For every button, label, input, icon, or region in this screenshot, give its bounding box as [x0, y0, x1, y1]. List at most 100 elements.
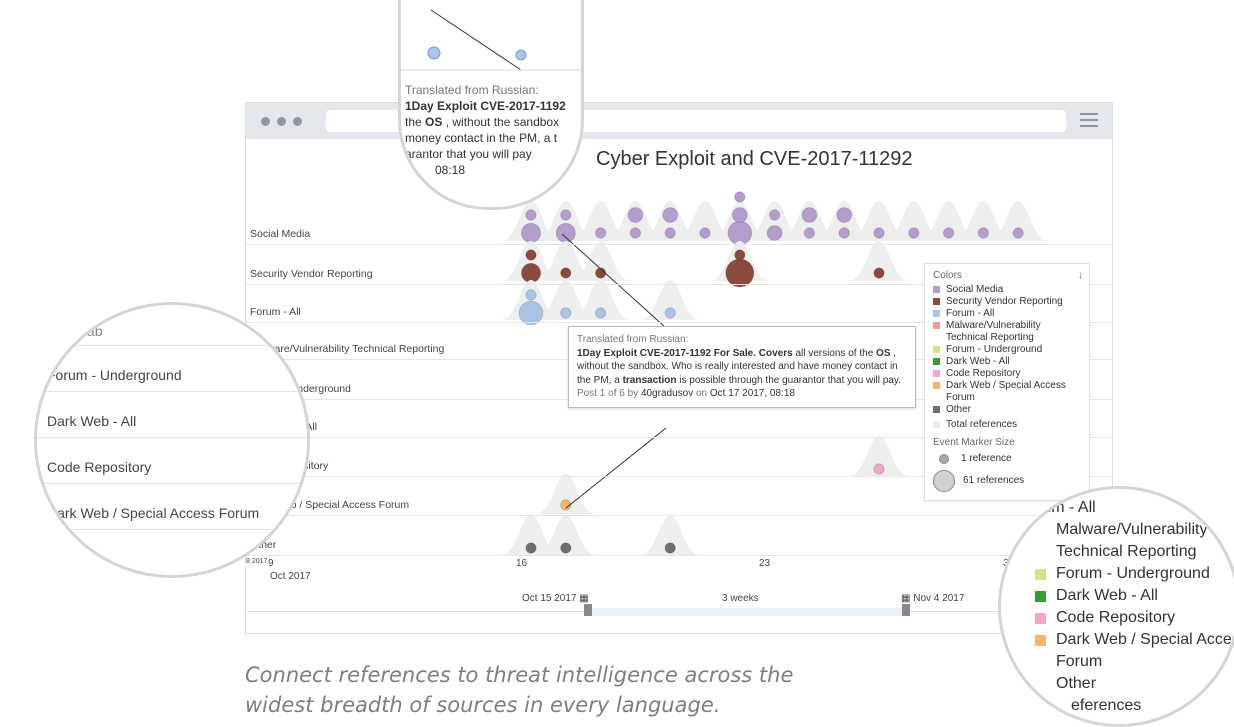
divider	[37, 437, 307, 438]
tooltip-title: 1Day Exploit CVE-2017-1192 For Sale.	[577, 347, 756, 359]
event-marker[interactable]	[560, 542, 572, 554]
event-marker[interactable]	[768, 209, 781, 221]
tooltip-keyword: OS	[876, 347, 891, 359]
event-marker[interactable]	[801, 207, 818, 223]
legend-swatch	[1035, 568, 1046, 580]
legend-item[interactable]: Code Repository	[933, 368, 1083, 380]
event-marker[interactable]	[560, 209, 572, 221]
mag-legend-item: Code Repository	[1035, 609, 1175, 627]
calendar-icon[interactable]: ▦	[579, 593, 588, 604]
mag-legend-item: Forum	[1035, 653, 1102, 671]
range-handle-right[interactable]	[902, 604, 910, 616]
mag-legend-item: Other	[1035, 675, 1096, 693]
legend-label: Forum - Underground	[946, 344, 1043, 355]
mag-text: Translated from Russian:	[405, 83, 539, 97]
legend-swatch	[1035, 612, 1046, 624]
range-selection[interactable]	[592, 608, 902, 616]
mag-legend-label: Dark Web / Special Access	[1056, 631, 1234, 648]
event-marker[interactable]	[594, 307, 607, 319]
event-marker[interactable]	[766, 225, 783, 241]
mag-text: arantor that you will pay	[405, 147, 532, 161]
event-marker[interactable]	[1012, 227, 1024, 239]
legend-swatch	[1035, 590, 1046, 602]
legend-swatch	[933, 358, 940, 365]
legend-item[interactable]: Malware/Vulnerability Technical Reportin…	[933, 320, 1083, 344]
legend-title: Colors	[933, 270, 962, 281]
tooltip-header: Translated from Russian:	[577, 334, 689, 345]
event-marker[interactable]	[836, 207, 853, 223]
event-marker[interactable]	[664, 227, 676, 239]
magnifier-right: rum - All Malware/Vulnerability Technical …	[998, 486, 1234, 727]
event-marker[interactable]	[627, 207, 644, 223]
large-marker-icon	[933, 470, 955, 492]
event-marker[interactable]	[629, 227, 642, 239]
mag-label: Other	[47, 551, 83, 567]
event-marker[interactable]	[699, 227, 711, 239]
x-tick-label: 9	[268, 558, 274, 569]
event-marker[interactable]	[560, 307, 572, 319]
range-handle-left[interactable]	[584, 604, 592, 616]
legend-swatch	[933, 370, 940, 377]
magnifier-left: Vulnerab Forum - Underground Dark Web - …	[34, 302, 310, 578]
event-marker[interactable]	[873, 267, 885, 279]
x-month-label: Oct 2017	[270, 571, 311, 582]
mag-label: Code Repository	[47, 459, 152, 475]
row-divider	[246, 515, 1112, 516]
range-start-label[interactable]: Oct 15 2017 ▦	[522, 593, 589, 604]
event-marker[interactable]	[977, 227, 990, 239]
mag-legend-item: Dark Web - All	[1035, 587, 1158, 605]
mag-legend-label: Forum - Underground	[1056, 565, 1210, 582]
event-marker[interactable]	[520, 262, 542, 284]
legend-swatch	[933, 286, 940, 293]
event-marker[interactable]	[662, 207, 679, 223]
mag-legend-item: Malware/Vulnerability	[1035, 521, 1207, 539]
x-tick-label: 8 2017	[246, 558, 268, 565]
event-marker[interactable]	[525, 209, 537, 221]
range-end-label[interactable]: ▦ Nov 4 2017	[901, 593, 964, 604]
event-marker[interactable]	[525, 542, 537, 554]
legend-item[interactable]: Dark Web - All	[933, 356, 1083, 368]
legend-item[interactable]: Other	[933, 404, 1083, 416]
chevron-double-down-icon[interactable]: ↓	[1078, 270, 1083, 281]
calendar-icon[interactable]: ▦	[901, 593, 910, 604]
event-marker[interactable]	[664, 542, 676, 554]
legend-item[interactable]: Forum - Underground	[933, 344, 1083, 356]
event-marker[interactable]	[560, 267, 572, 279]
event-marker[interactable]	[594, 227, 607, 239]
mag-text: the OS , without the sandbox	[405, 115, 560, 129]
event-marker[interactable]	[803, 227, 816, 239]
event-marker[interactable]	[734, 191, 746, 203]
event-marker[interactable]	[908, 227, 920, 239]
event-marker[interactable]	[525, 289, 537, 301]
mag-legend-label: Dark Web - All	[1056, 587, 1158, 604]
legend-item[interactable]: Security Vendor Reporting	[933, 296, 1083, 308]
row-label: Social Media	[250, 228, 311, 240]
author-link[interactable]: 40gradusov	[641, 388, 693, 399]
event-marker[interactable]	[873, 227, 885, 239]
event-marker[interactable]	[555, 222, 576, 244]
event-marker[interactable]	[731, 207, 748, 223]
size-large-label: 61 references	[963, 475, 1025, 486]
caption-line: Connect references to threat intelligenc…	[245, 663, 794, 687]
mag-chart-fragment	[401, 9, 581, 71]
mag-label: Dark Web / Special Access Forum	[47, 505, 260, 521]
legend-swatch	[933, 382, 940, 389]
legend-item[interactable]: Dark Web / Special Access Forum	[933, 380, 1083, 404]
event-marker[interactable]	[942, 227, 955, 239]
event-marker[interactable]	[520, 222, 542, 244]
caption: Connect references to threat intelligenc…	[245, 660, 793, 720]
pointer-line	[430, 9, 522, 71]
legend-swatch	[933, 406, 940, 413]
event-marker[interactable]	[725, 258, 755, 288]
event-marker[interactable]	[664, 307, 676, 319]
event-marker[interactable]	[873, 463, 885, 475]
range-span-label: 3 weeks	[722, 593, 759, 604]
caption-line: widest breadth of sources in every langu…	[245, 693, 721, 717]
legend-item[interactable]: Forum - All	[933, 308, 1083, 320]
mag-legend-label: Code Repository	[1056, 609, 1176, 626]
mag-legend-item: eferences	[1071, 697, 1141, 715]
event-marker[interactable]	[838, 227, 850, 239]
legend-item[interactable]: Social Media	[933, 284, 1083, 296]
event-marker[interactable]	[525, 249, 537, 261]
event-marker[interactable]	[734, 249, 746, 261]
